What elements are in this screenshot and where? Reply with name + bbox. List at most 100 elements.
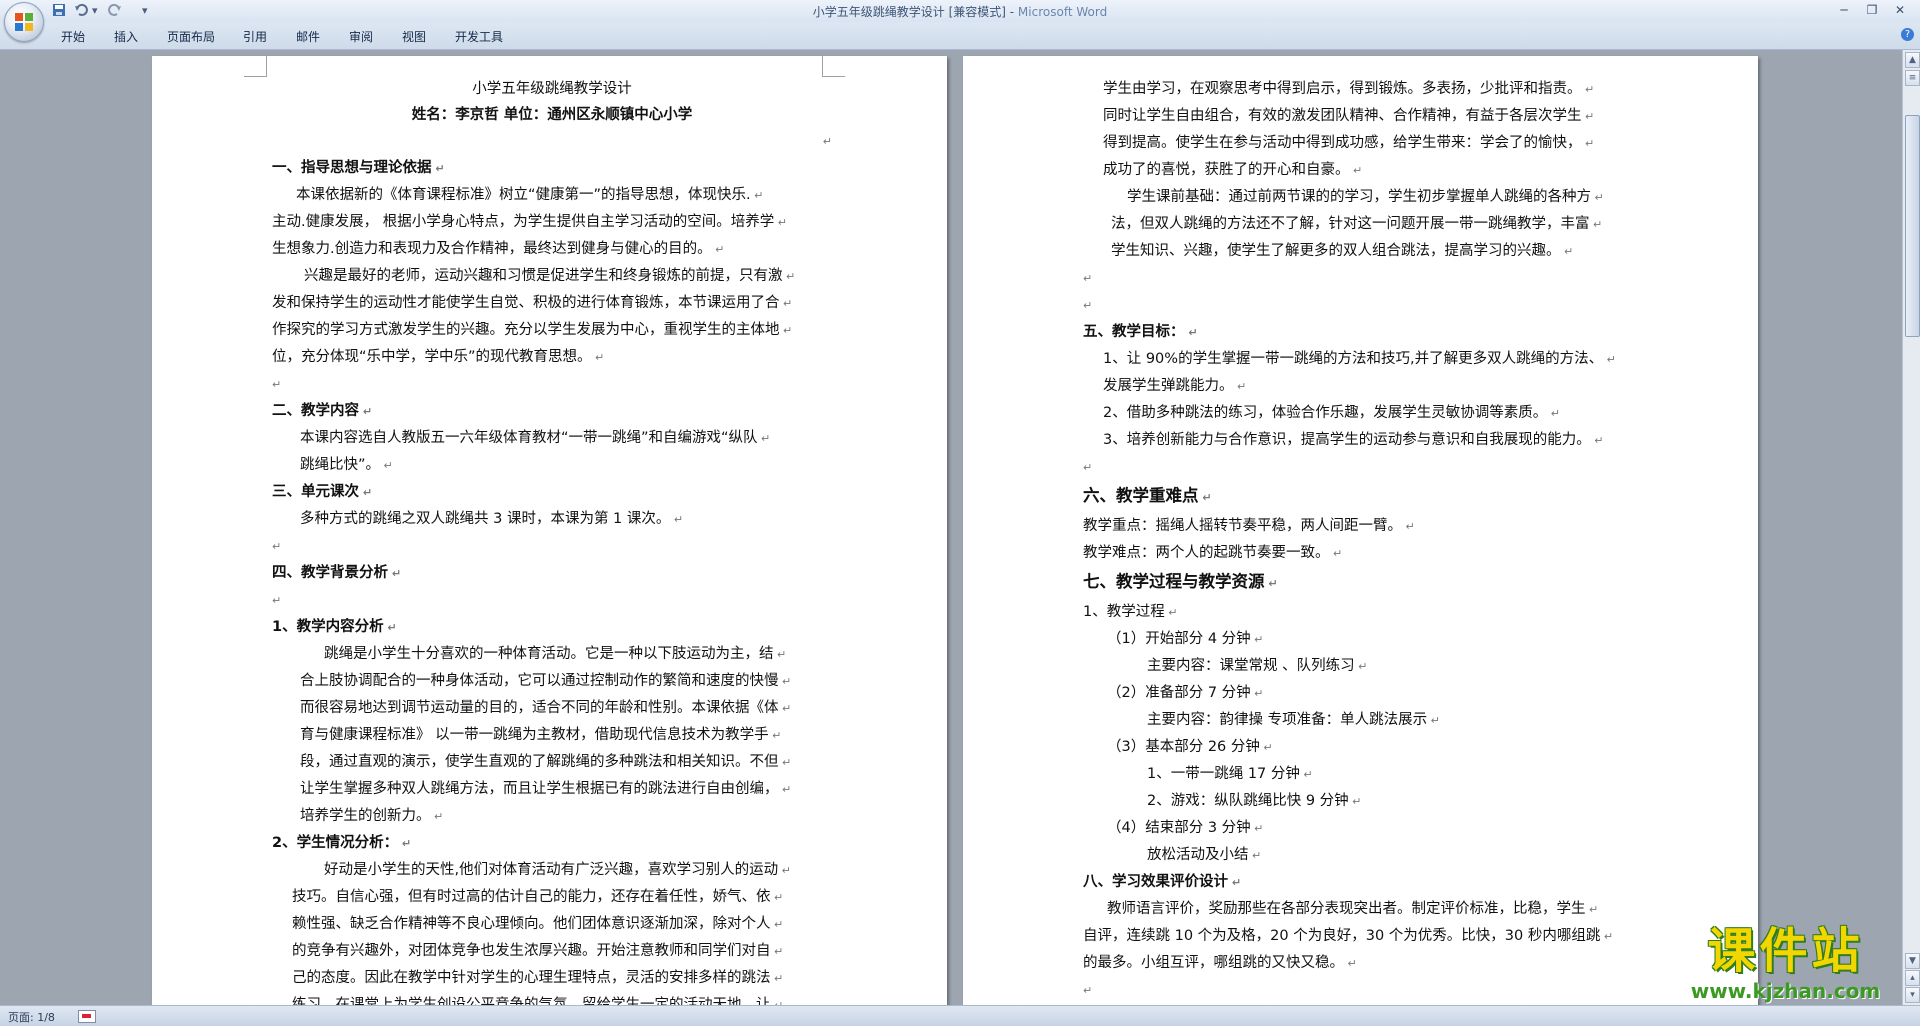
margin-corner-mark [822,54,845,77]
text-line: 作探究的学习方式激发学生的兴趣。充分以学生发展为中心，重视学生的主体地 ↵ [272,317,832,344]
line-text: 七、教学过程与教学资源 [1083,572,1265,591]
paragraph-mark: ↵ [359,486,373,499]
paragraph-mark: ↵ [822,135,832,148]
minimize-icon[interactable]: ─ [1830,0,1858,20]
help-icon[interactable]: ? [1901,28,1914,41]
line-text: 己的态度。因此在教学中针对学生的心理生理特点，灵活的安排多样的跳法 [292,970,771,986]
tab-page-layout[interactable]: 页面布局 [167,28,215,45]
paragraph-mark: ↵ [670,513,684,526]
empty-paragraph: ↵ [272,533,832,560]
line-text: 法，但双人跳绳的方法还不了解，针对这一问题开展一带一跳绳教学，丰富 [1111,216,1590,232]
text-line: 六、教学重难点 ↵ [1083,481,1653,513]
restore-icon[interactable]: ❐ [1858,0,1886,20]
paragraph-mark: ↵ [1248,849,1262,862]
text-line: 己的态度。因此在教学中针对学生的心理生理特点，灵活的安排多样的跳法 ↵ [272,965,832,992]
line-text: 多种方式的跳绳之双人跳绳共 3 课时，本课为第 1 课次。 [300,511,671,527]
text-line: 的竞争有兴趣外，对团体竞争也发生浓厚兴趣。开始注意教师和同学们对自 ↵ [272,938,832,965]
line-text: 生想象力.创造力和表现力及合作精神，最终达到健身与健心的目的。 [272,241,712,257]
vertical-scrollbar[interactable]: ▲ ≡ ▼ ▴ ▾ [1902,50,1920,1005]
text-line: 段，通过直观的演示，使学生直观的了解跳绳的多种跳法和相关知识。不但 ↵ [272,749,832,776]
text-line: 多种方式的跳绳之双人跳绳共 3 课时，本课为第 1 课次。 ↵ [272,506,832,533]
text-line: 教学重点：摇绳人摇转节奏平稳，两人间距一臂。 ↵ [1083,513,1653,540]
line-text: 好动是小学生的天性,他们对体育活动有广泛兴趣，喜欢学习别人的运动 [324,862,779,878]
paragraph-mark: ↵ [1250,822,1264,835]
line-text: 段，通过直观的演示，使学生直观的了解跳绳的多种跳法和相关知识。不但 [300,754,779,770]
paragraph-mark: ↵ [359,405,373,418]
paragraph-mark: ↵ [773,648,787,661]
empty-paragraph: ↵ [272,371,832,398]
paragraph-mark: ↵ [770,972,784,985]
ruler-toggle-icon[interactable]: ≡ [1905,70,1920,86]
text-line: 跳绳是小学生十分喜欢的一种体育活动。它是一种以下肢运动为主，结 ↵ [272,641,832,668]
office-button[interactable] [4,2,44,42]
previous-page-icon[interactable]: ▴ [1905,970,1920,986]
scroll-up-icon[interactable]: ▲ [1905,52,1920,68]
close-icon[interactable]: ✕ [1886,0,1914,20]
scroll-down-icon[interactable]: ▼ [1905,953,1920,969]
tab-view[interactable]: 视图 [402,28,426,45]
text-line: 学生课前基础：通过前两节课的的学习，学生初步掌握单人跳绳的各种方 ↵ [1083,184,1653,211]
line-text: 同时让学生自由组合，有效的激发团队精神、合作精神，有益于各层次学生 [1103,108,1582,124]
text-line: 同时让学生自由组合，有效的激发团队精神、合作精神，有益于各层次学生 ↵ [1083,103,1653,130]
line-text: 2、借助多种跳法的练习，体验合作乐趣，发展学生灵敏协调等素质。 [1103,405,1548,421]
next-page-icon[interactable]: ▾ [1905,987,1920,1003]
text-line: 1、一带一跳绳 17 分钟 ↵ [1083,761,1653,788]
author-line: 姓名：李京哲 单位：通州区永顺镇中心小学 [411,107,693,123]
line-text: 四、教学背景分析 [272,565,388,581]
proofing-icon[interactable] [78,1010,96,1023]
tab-mailings[interactable]: 邮件 [296,28,320,45]
tab-home[interactable]: 开始 [61,28,85,45]
paragraph-mark: ↵ [779,297,793,310]
text-line: 培养学生的创新力。 ↵ [272,803,832,830]
line-text: 三、单元课次 [272,484,359,500]
paragraph-mark: ↵ [398,837,412,850]
paragraph-mark: ↵ [1348,795,1362,808]
line-text: 1、让 90%的学生掌握一带一跳绳的方法和技巧,并了解更多双人跳绳的方法、 [1103,351,1604,367]
document-page-2[interactable]: 学生由学习，在观察思考中得到启示，得到锻炼。多表扬，少批评和指责。 ↵ 同时让学生… [963,56,1758,1005]
paragraph-mark: ↵ [768,729,782,742]
document-page-1[interactable]: 小学五年级跳绳教学设计 姓名：李京哲 单位：通州区永顺镇中心小学 ↵ 一、指导思… [152,54,947,1005]
status-bar: 页面: 1/8 [0,1005,1920,1026]
line-text: 1、教学内容分析 [272,619,384,635]
page-counter[interactable]: 页面: 1/8 [8,1009,55,1025]
line-text: 教学难点：两个人的起跳节奏要一致。 [1083,545,1330,561]
line-text: 合上肢协调配合的一种身体活动，它可以通过控制动作的繁简和速度的快慢 [300,673,779,689]
empty-paragraph: ↵ [1083,454,1653,481]
line-text: 五、教学目标： [1083,324,1185,340]
paragraph-mark: ↵ [778,702,792,715]
tab-developer[interactable]: 开发工具 [455,28,503,45]
line-text: 主动.健康发展， 根据小学身心特点，为学生提供自主学习活动的空间。培养学 [272,214,775,230]
paragraph-mark: ↵ [272,594,282,607]
paragraph-mark: ↵ [1560,245,1574,258]
tab-references[interactable]: 引用 [243,28,267,45]
line-text: 作探究的学习方式激发学生的兴趣。充分以学生发展为中心，重视学生的主体地 [272,322,780,338]
text-line: 五、教学目标： ↵ [1083,319,1653,346]
empty-paragraph: ↵ [1083,292,1653,319]
line-text: 八、学习效果评价设计 [1083,874,1228,890]
text-line: 七、教学过程与教学资源 ↵ [1083,567,1653,599]
line-text: 放松活动及小结 [1147,847,1249,863]
text-line: 一、指导思想与理论依据 ↵ [272,155,832,182]
watermark-url: www.kjzhan.com [1690,979,1881,1003]
text-line: 育与健康课程标准》 以一带一跳绳为主教材，借助现代信息技术为教学手 ↵ [272,722,832,749]
text-line: 本课内容选自人教版五一六年级体育教材“一带一跳绳”和自编游戏“纵队 ↵ [272,425,832,452]
line-text: 2、学生情况分析： [272,835,399,851]
tab-review[interactable]: 审阅 [349,28,373,45]
line-text: 学生课前基础：通过前两节课的的学习，学生初步掌握单人跳绳的各种方 [1127,189,1591,205]
text-line: 得到提高。使学生在参与活动中得到成功感，给学生带来：学会了的愉快， ↵ [1083,130,1653,157]
paragraph-mark: ↵ [1184,326,1198,339]
line-text: （4）结束部分 3 分钟 [1107,820,1251,836]
tab-insert[interactable]: 插入 [114,28,138,45]
page-2-lines: 学生由学习，在观察思考中得到启示，得到锻炼。多表扬，少批评和指责。 ↵ 同时让学生… [1083,76,1653,1004]
text-line: 1、教学内容分析 ↵ [272,614,832,641]
scrollbar-thumb[interactable] [1905,115,1920,337]
paragraph-mark: ↵ [778,675,792,688]
paragraph-mark: ↵ [1299,768,1313,781]
paragraph-mark: ↵ [1581,137,1595,150]
text-line: （3）基本部分 26 分钟 ↵ [1083,734,1653,761]
margin-corner-mark [244,54,267,77]
paragraph-mark: ↵ [1600,930,1614,943]
text-line: （4）结束部分 3 分钟 ↵ [1083,815,1653,842]
line-text: 跳绳比快”。 [300,457,381,473]
paragraph-mark: ↵ [1547,407,1560,420]
